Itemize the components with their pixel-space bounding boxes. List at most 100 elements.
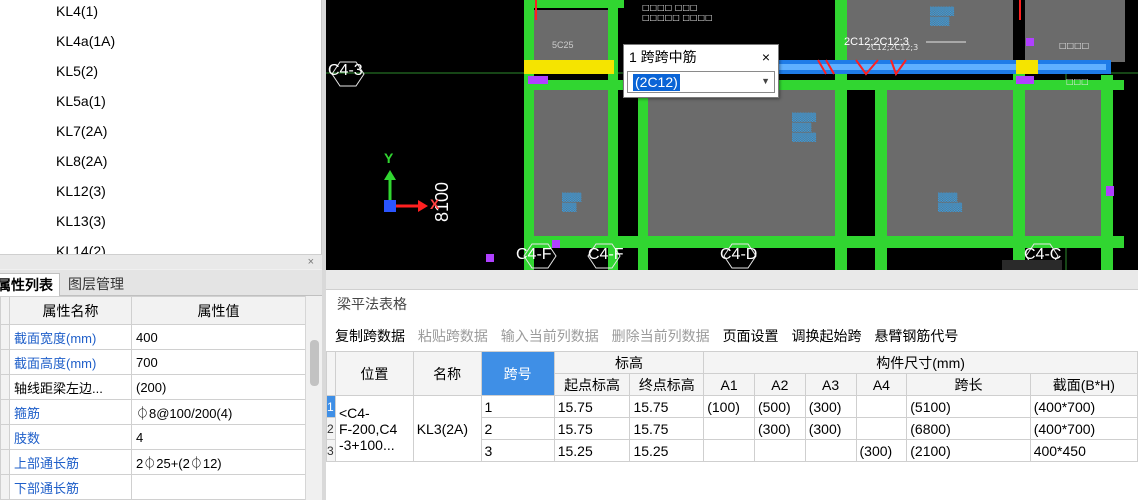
start-elev-cell[interactable]: 15.75: [553, 395, 631, 418]
property-value[interactable]: 400: [131, 324, 306, 350]
property-name: 肢数: [9, 424, 132, 450]
property-table: 属性名称 属性值 截面宽度(mm) 400 截面高度(mm) 700 轴线距梁左…: [0, 296, 306, 500]
a4-cell[interactable]: [855, 417, 908, 440]
svg-text:▒▒▒▒▒: ▒▒▒▒▒: [792, 112, 816, 122]
paste-span-button[interactable]: 粘贴跨数据: [418, 328, 488, 344]
span-cell[interactable]: 3: [480, 439, 555, 462]
list-item[interactable]: KL13(3): [56, 211, 106, 231]
table-row[interactable]: 1 <C4- F-200,C4 -3+100... KL3(2A) 1 15.7…: [326, 395, 1138, 462]
end-elev-cell[interactable]: 15.75: [629, 395, 705, 418]
row-header-corner: [326, 351, 336, 396]
column-header-end-elev: 终点标高: [629, 373, 705, 396]
span-length-cell[interactable]: (2100): [906, 439, 1031, 462]
row-number[interactable]: 1: [326, 395, 336, 418]
section-cell[interactable]: (400*700): [1029, 395, 1138, 418]
property-value[interactable]: 700: [131, 349, 306, 375]
table-row[interactable]: 箍筋 ⏀8@100/200(4): [0, 399, 306, 425]
column-header-name: 属性名称: [9, 296, 132, 325]
table-row[interactable]: 上部通长筋 2⏀25+(2⏀12): [0, 449, 306, 475]
drawing-canvas[interactable]: ▒▒▒▒▒ ▒▒▒▒ ▒▒▒▒▒ ▒▒▒▒ ▒▒▒▒▒ ▒▒▒▒ ▒▒▒ ▒▒▒▒▒ ▒▒…: [326, 0, 1138, 270]
property-value[interactable]: 4: [131, 424, 306, 450]
table-row[interactable]: 截面宽度(mm) 400: [0, 324, 306, 350]
component-list: KL4(1) KL4a(1A) KL5(2) KL5a(1) KL7(2A) K…: [0, 0, 322, 254]
span-cell[interactable]: 2: [480, 417, 555, 440]
column-header-a2: A2: [753, 373, 806, 396]
a1-cell[interactable]: [703, 439, 755, 462]
axis-label-c4-d: C4-D: [720, 246, 758, 263]
column-header-span[interactable]: 跨号: [480, 351, 555, 396]
row-number[interactable]: 3: [326, 439, 336, 462]
a3-cell[interactable]: (300): [804, 417, 857, 440]
list-item[interactable]: KL7(2A): [56, 121, 107, 141]
tab-property-list[interactable]: 属性列表: [0, 273, 60, 296]
scrollbar-thumb[interactable]: [310, 340, 319, 386]
section-cell[interactable]: 400*450: [1029, 439, 1138, 462]
axis-label-c4-f: C4-F: [588, 246, 624, 263]
name-cell[interactable]: KL3(2A): [412, 395, 482, 462]
copy-span-button[interactable]: 复制跨数据: [335, 328, 405, 344]
drawing-svg: ▒▒▒▒▒▒▒▒▒▒▒▒▒▒ ▒▒▒▒▒▒▒▒▒ ▒▒▒▒▒▒▒ ▒▒▒▒▒▒▒…: [326, 0, 1138, 270]
chevron-down-icon[interactable]: ▼: [761, 76, 770, 86]
table-row[interactable]: 轴线距梁左边... (200): [0, 374, 306, 400]
a3-cell[interactable]: (300): [804, 395, 857, 418]
a2-cell[interactable]: (300): [753, 417, 806, 440]
property-value[interactable]: [131, 474, 306, 500]
list-item[interactable]: KL8(2A): [56, 151, 107, 171]
row-number: [0, 324, 10, 350]
span-cell[interactable]: 1: [480, 395, 555, 418]
list-item[interactable]: KL4a(1A): [56, 31, 115, 51]
end-elev-cell[interactable]: 15.25: [629, 439, 705, 462]
axis-label-c4-3: C4-3: [328, 62, 363, 79]
property-name: 截面高度(mm): [9, 349, 132, 375]
swap-start-span-button[interactable]: 调换起始跨: [791, 328, 861, 344]
close-icon[interactable]: ×: [762, 47, 770, 67]
table-row[interactable]: 肢数 4: [0, 424, 306, 450]
list-item[interactable]: KL5(2): [56, 61, 98, 81]
cantilever-code-button[interactable]: 悬臂钢筋代号: [874, 328, 958, 344]
span-length-cell[interactable]: (6800): [906, 417, 1031, 440]
column-header-a1: A1: [703, 373, 755, 396]
end-elev-cell[interactable]: 15.75: [629, 417, 705, 440]
beam-table-panel: 梁平法表格 复制跨数据 粘贴跨数据 输入当前列数据 删除当前列数据 页面设置 调…: [326, 270, 1138, 500]
row-number[interactable]: 2: [326, 417, 336, 440]
close-icon[interactable]: ×: [308, 255, 314, 269]
a2-cell[interactable]: (500): [753, 395, 806, 418]
a1-cell[interactable]: (100): [703, 395, 755, 418]
section-cell[interactable]: (400*700): [1029, 417, 1138, 440]
span-length-cell[interactable]: (5100): [906, 395, 1031, 418]
list-item[interactable]: KL12(3): [56, 181, 106, 201]
span-rebar-input[interactable]: (2C12) ▼: [627, 71, 775, 93]
property-scrollbar[interactable]: [305, 296, 322, 500]
table-row[interactable]: 下部通长筋: [0, 474, 306, 500]
x-axis-label: X: [430, 196, 440, 212]
svg-text:▒▒▒▒: ▒▒▒▒: [930, 16, 949, 26]
table-row[interactable]: 截面高度(mm) 700: [0, 349, 306, 375]
list-item[interactable]: KL5a(1): [56, 91, 106, 111]
page-setup-button[interactable]: 页面设置: [723, 328, 779, 344]
tab-layer-management[interactable]: 图层管理: [62, 273, 130, 296]
position-line: F-200,C4: [338, 420, 398, 437]
list-item[interactable]: KL4(1): [56, 1, 98, 21]
horizontal-splitter[interactable]: [326, 270, 1138, 290]
a1-cell[interactable]: [703, 417, 755, 440]
panel-splitter[interactable]: ×: [0, 254, 322, 269]
column-header-a4: A4: [855, 373, 908, 396]
a4-cell[interactable]: [855, 395, 908, 418]
list-item[interactable]: KL14(2): [56, 241, 106, 254]
a4-cell[interactable]: (300): [855, 439, 908, 462]
delete-column-button[interactable]: 删除当前列数据: [612, 328, 710, 344]
row-number: [0, 349, 10, 375]
svg-text:□□□□: □□□□: [1059, 41, 1089, 50]
beam-annotation: 5C25: [552, 40, 574, 50]
a3-cell[interactable]: [804, 439, 857, 462]
property-value[interactable]: ⏀8@100/200(4): [131, 399, 306, 425]
row-number: [0, 474, 10, 500]
property-tabs: 属性列表 图层管理: [0, 270, 322, 296]
property-value[interactable]: 2⏀25+(2⏀12): [131, 449, 306, 475]
a2-cell[interactable]: [753, 439, 806, 462]
start-elev-cell[interactable]: 15.75: [553, 417, 631, 440]
start-elev-cell[interactable]: 15.25: [553, 439, 631, 462]
input-column-button[interactable]: 输入当前列数据: [501, 328, 599, 344]
position-cell[interactable]: <C4- F-200,C4 -3+100...: [334, 395, 414, 462]
property-value[interactable]: (200): [131, 374, 306, 400]
